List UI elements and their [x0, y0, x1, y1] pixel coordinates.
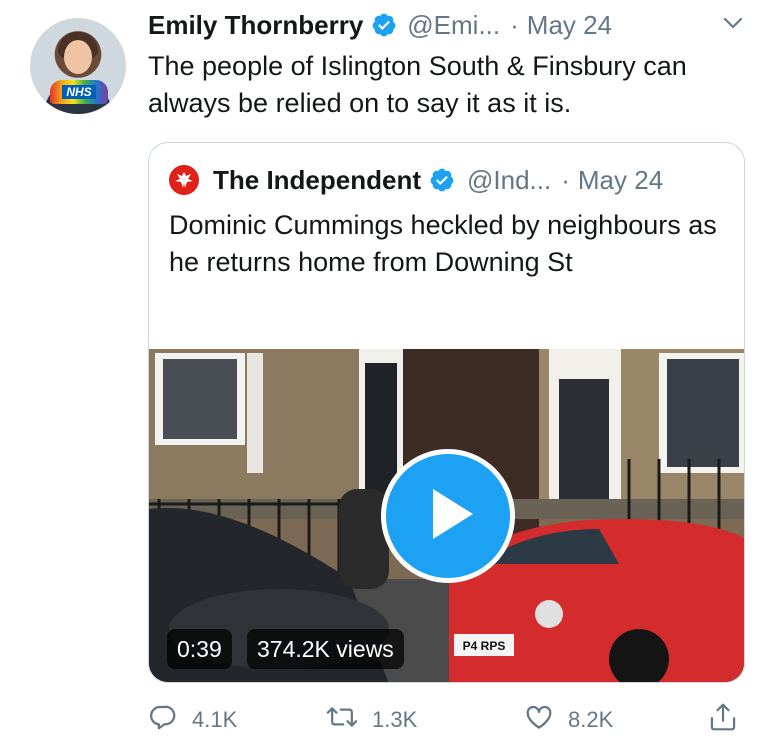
verified-badge-icon	[371, 12, 397, 38]
like-button[interactable]: 8.2K	[524, 702, 613, 738]
independent-eagle-icon	[169, 165, 199, 195]
tweet-actions: 4.1K 1.3K 8.2K	[148, 702, 748, 738]
chevron-down-icon[interactable]	[722, 12, 744, 34]
tweet-text: The people of Islington South & Finsbury…	[148, 51, 687, 118]
video-duration: 0:39	[167, 629, 232, 669]
quoted-tweet-date[interactable]: May 24	[578, 165, 663, 196]
video-views: 374.2K views	[247, 629, 404, 669]
share-button[interactable]	[708, 702, 738, 738]
separator-dot: ·	[510, 9, 519, 40]
like-icon	[524, 702, 554, 738]
reply-count: 4.1K	[192, 707, 238, 732]
separator-dot: ·	[561, 164, 570, 195]
nhs-rainbow-badge: NHS	[50, 80, 108, 104]
author-handle[interactable]: @Emi...	[407, 10, 500, 41]
share-icon	[708, 701, 738, 739]
reply-icon	[148, 702, 178, 738]
license-plate: P4 RPS	[463, 639, 506, 653]
retweet-button[interactable]: 1.3K	[326, 702, 417, 738]
tweet-header: Emily Thornberry @Emi... · May 24	[148, 8, 612, 42]
video-player[interactable]: P4 RPS 0:39 374.2K views	[149, 349, 744, 682]
like-count: 8.2K	[568, 707, 614, 732]
quoted-tweet-header: The Independent @Ind... · May 24	[169, 163, 663, 197]
quoted-author-handle[interactable]: @Ind...	[467, 165, 551, 196]
quoted-tweet-text: Dominic Cummings heckled by neighbours a…	[169, 210, 717, 277]
retweet-icon	[326, 702, 358, 738]
reply-button[interactable]: 4.1K	[148, 702, 237, 738]
author-name[interactable]: Emily Thornberry	[148, 10, 363, 41]
retweet-count: 1.3K	[372, 707, 418, 732]
quoted-author-name[interactable]: The Independent	[213, 165, 421, 196]
play-button[interactable]	[381, 449, 515, 583]
play-icon	[419, 486, 477, 547]
quoted-tweet-card[interactable]: The Independent @Ind... · May 24 Dominic…	[148, 142, 745, 683]
tweet-date[interactable]: May 24	[527, 10, 612, 41]
verified-badge-icon	[429, 167, 455, 193]
